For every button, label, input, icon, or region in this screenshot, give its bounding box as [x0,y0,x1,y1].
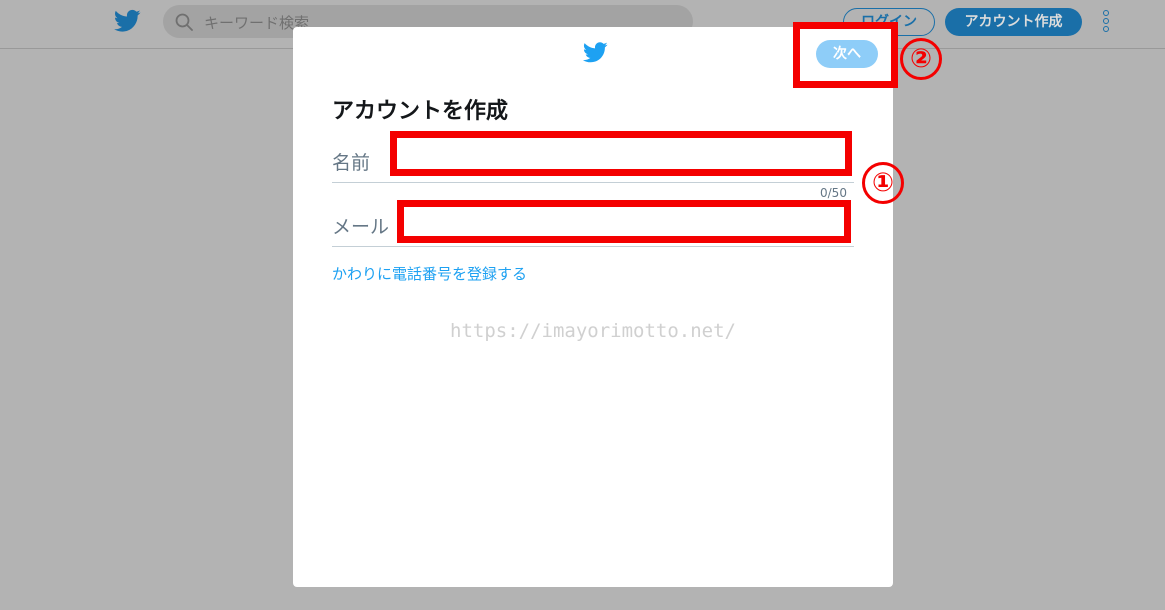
create-account-dialog: 次へ アカウントを作成 名前 0/50 メール かわりに電話番号を登録する ht… [293,27,893,587]
highlight-next-button [793,22,898,88]
search-icon [175,13,193,31]
twitter-bird-icon[interactable] [114,9,141,33]
name-character-counter: 0/50 [820,186,847,200]
highlight-name-input [390,131,852,176]
twitter-bird-icon [583,42,608,63]
create-account-button[interactable]: アカウント作成 [945,8,1082,36]
email-field-label: メール [332,216,390,238]
highlight-email-input [397,200,851,243]
watermark-text: https://imayorimotto.net/ [450,320,736,342]
use-phone-instead-link[interactable]: かわりに電話番号を登録する [332,263,527,284]
more-vertical-icon[interactable] [1100,10,1112,36]
step-marker-2: ② [900,38,942,80]
step-marker-1: ① [862,162,904,204]
name-field-label: 名前 [332,152,371,174]
dialog-title: アカウントを作成 [332,99,509,124]
